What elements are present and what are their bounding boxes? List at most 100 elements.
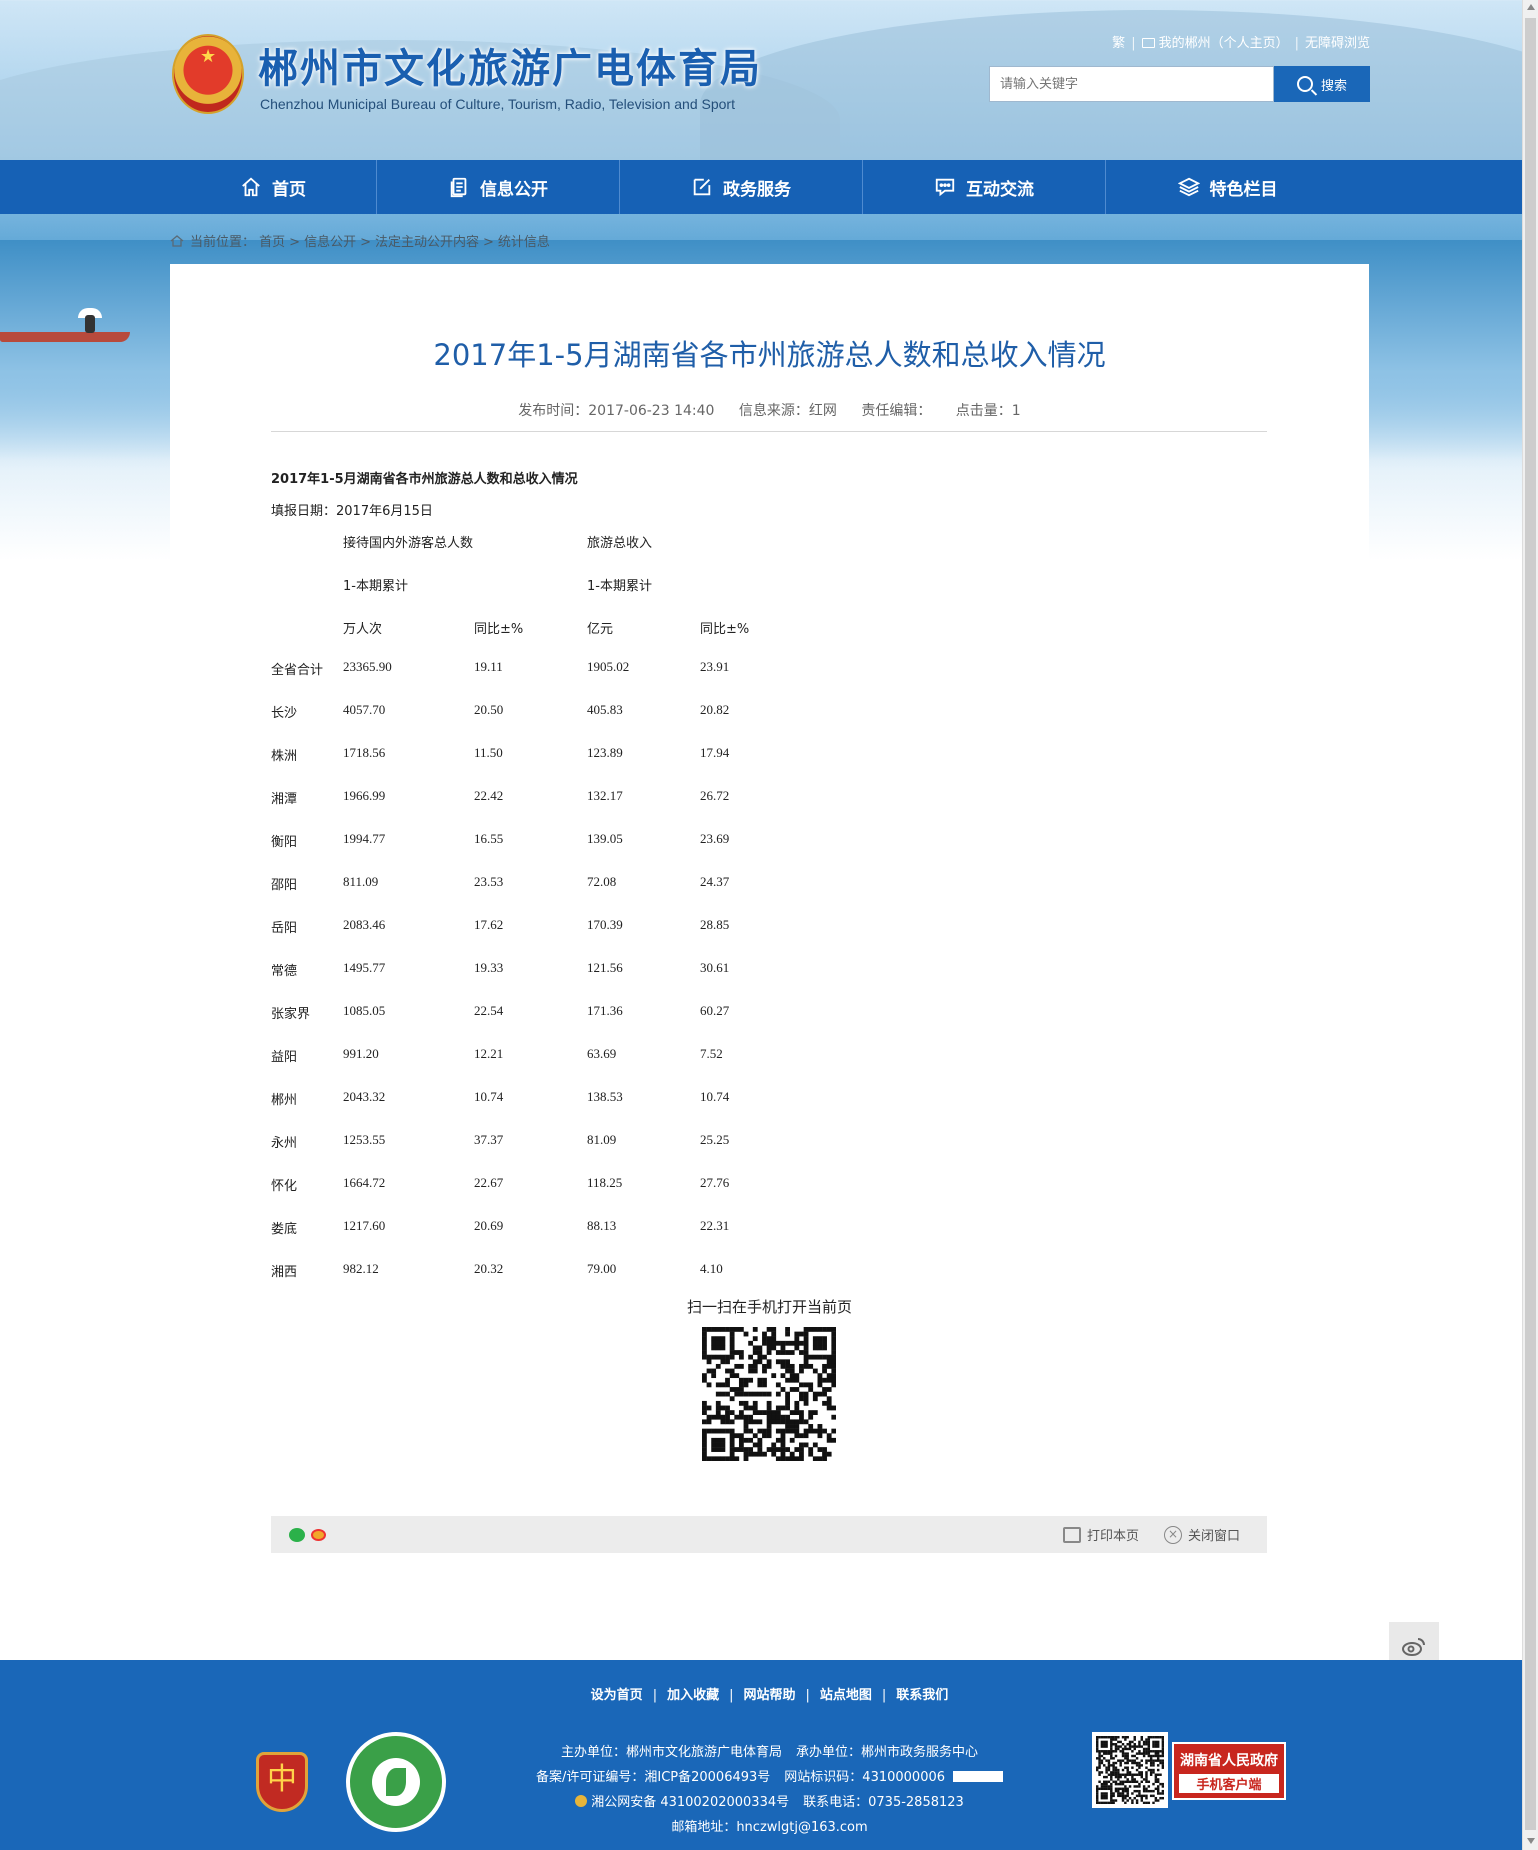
my-chenzhou-link[interactable]: 我的郴州（个人主页）: [1159, 36, 1289, 51]
footer-link[interactable]: 设为首页: [591, 1688, 643, 1703]
scroll-thumb[interactable]: [1525, 18, 1536, 1830]
site-header: ★ 郴州市文化旅游广电体育局 Chenzhou Municipal Bureau…: [0, 0, 1522, 160]
separator: |: [729, 1688, 734, 1703]
police-record[interactable]: 湘公网安备 43100202000334号: [591, 1795, 789, 1810]
value-cell: 1994.77: [343, 831, 386, 846]
accessibility-link[interactable]: 无障碍浏览: [1305, 36, 1370, 51]
article-meta: 发布时间：2017-06-23 14:40 信息来源：红网 责任编辑： 点击量：…: [0, 400, 1538, 420]
traditional-chinese-link[interactable]: 繁: [1112, 36, 1125, 51]
nav-item-featured[interactable]: 特色栏目: [1106, 160, 1349, 214]
value-cell: 19.11: [474, 659, 503, 674]
value-cell: 28.85: [700, 917, 730, 932]
icp-number[interactable]: 备案/许可证编号：湘ICP备20006493号: [536, 1770, 770, 1785]
footer-link[interactable]: 联系我们: [896, 1688, 948, 1703]
value-cell: 1085.05: [343, 1003, 386, 1018]
region-cell: 湘潭: [271, 792, 298, 807]
value-cell: 27.76: [700, 1175, 730, 1190]
print-button[interactable]: 打印本页: [1063, 1525, 1139, 1544]
region-cell: 郴州: [271, 1093, 298, 1108]
value-cell: 22.31: [700, 1218, 730, 1233]
site-title[interactable]: 郴州市文化旅游广电体育局: [258, 36, 762, 94]
edit-icon: [693, 178, 711, 196]
scroll-down-arrow-icon[interactable]: [1527, 1838, 1535, 1844]
value-cell: 79.00: [587, 1261, 617, 1276]
value-cell: 1217.60: [343, 1218, 386, 1233]
click-count: 点击量：1: [955, 403, 1021, 419]
value-cell: 123.89: [587, 745, 623, 760]
close-window-button[interactable]: × 关闭窗口: [1164, 1525, 1240, 1544]
value-cell: 24.37: [700, 874, 730, 889]
editor: 责任编辑：: [861, 403, 932, 419]
monitor-icon: [1141, 38, 1155, 48]
region-cell: 永州: [271, 1136, 298, 1151]
sponsor: 主办单位：郴州市文化旅游广电体育局: [560, 1745, 782, 1760]
cnzz-stats-icon[interactable]: [953, 1771, 1004, 1782]
region-cell: 娄底: [271, 1222, 298, 1237]
scrollbar[interactable]: [1522, 0, 1538, 1850]
qr-label: 扫一扫在手机打开当前页: [686, 1298, 852, 1316]
footer-link[interactable]: 加入收藏: [667, 1688, 719, 1703]
breadcrumb: 当前位置： 首页 > 信息公开 > 法定主动公开内容 > 统计信息: [170, 231, 550, 250]
value-cell: 10.74: [474, 1089, 504, 1104]
hunan-gov-app-badge[interactable]: 湖南省人民政府 手机客户端: [1172, 1742, 1286, 1800]
breadcrumb-item[interactable]: 统计信息: [498, 235, 550, 250]
share-bar: 打印本页 × 关闭窗口: [271, 1516, 1267, 1553]
value-cell: 10.74: [700, 1089, 730, 1104]
nav-item-info-disclosure[interactable]: 信息公开: [377, 160, 620, 214]
value-cell: 7.52: [700, 1046, 723, 1061]
doc-date: 填报日期：2017年6月15日: [271, 504, 433, 519]
breadcrumb-item[interactable]: 信息公开: [304, 235, 356, 250]
footer-link[interactable]: 站点地图: [820, 1688, 872, 1703]
value-cell: 811.09: [343, 874, 379, 889]
value-cell: 22.67: [474, 1175, 504, 1190]
breadcrumb-item[interactable]: 首页: [259, 235, 285, 250]
value-cell: 37.37: [474, 1132, 504, 1147]
scroll-up-arrow-icon[interactable]: [1527, 4, 1535, 10]
publish-time: 发布时间：2017-06-23 14:40: [518, 403, 715, 419]
value-cell: 23365.90: [343, 659, 392, 674]
nav-label: 首页: [272, 179, 306, 200]
value-cell: 139.05: [587, 831, 623, 846]
main-nav: 首页 信息公开 政务服务 互动交流 特色栏目: [0, 160, 1522, 214]
search-button-label: 搜索: [1320, 78, 1347, 94]
nav-item-interaction[interactable]: 互动交流: [863, 160, 1106, 214]
breadcrumb-item[interactable]: 法定主动公开内容: [375, 235, 479, 250]
value-cell: 12.21: [474, 1046, 504, 1061]
search-button[interactable]: 搜索: [1274, 66, 1370, 102]
nav-item-gov-services[interactable]: 政务服务: [620, 160, 863, 214]
chat-icon: [935, 178, 955, 197]
value-cell: 22.42: [474, 788, 504, 803]
nav-item-home[interactable]: 首页: [170, 160, 377, 214]
divider: [271, 431, 1267, 432]
value-cell: 19.33: [474, 960, 504, 975]
document-icon: [450, 177, 467, 198]
nav-label: 特色栏目: [1209, 179, 1278, 200]
period-label: 1-本期累计: [343, 579, 408, 594]
article-title: 2017年1-5月湖南省各市州旅游总人数和总收入情况: [433, 338, 1106, 372]
qr-code-icon: [1096, 1736, 1165, 1805]
weibo-icon[interactable]: [311, 1529, 326, 1541]
separator: |: [805, 1688, 810, 1703]
value-cell: 991.20: [343, 1046, 379, 1061]
value-cell: 20.32: [474, 1261, 504, 1276]
value-cell: 88.13: [587, 1218, 617, 1233]
site-footer: 设为首页 | 加入收藏 | 网站帮助 | 站点地图 | 联系我们 中 主办单位：郴州市文化旅游广…: [0, 1660, 1522, 1850]
period-label: 1-本期累计: [587, 579, 652, 594]
value-cell: 118.25: [587, 1175, 623, 1190]
region-cell: 邵阳: [271, 878, 298, 893]
search-input[interactable]: [989, 66, 1274, 102]
unit-label: 万人次: [343, 622, 383, 637]
region-cell: 怀化: [271, 1179, 298, 1194]
value-cell: 81.09: [587, 1132, 617, 1147]
wechat-icon[interactable]: [289, 1528, 305, 1542]
nav-label: 信息公开: [480, 179, 548, 200]
unit-label: 亿元: [587, 622, 614, 637]
home-icon: [242, 177, 260, 197]
footer-line: 备案/许可证编号：湘ICP备20006493号 网站标识码：4310000006: [0, 1765, 1538, 1790]
separator: |: [652, 1688, 658, 1703]
value-cell: 23.53: [474, 874, 504, 889]
value-cell: 1495.77: [343, 960, 386, 975]
value-cell: 2043.32: [343, 1089, 386, 1104]
qr-code-icon: [702, 1327, 836, 1461]
footer-link[interactable]: 网站帮助: [743, 1688, 795, 1703]
